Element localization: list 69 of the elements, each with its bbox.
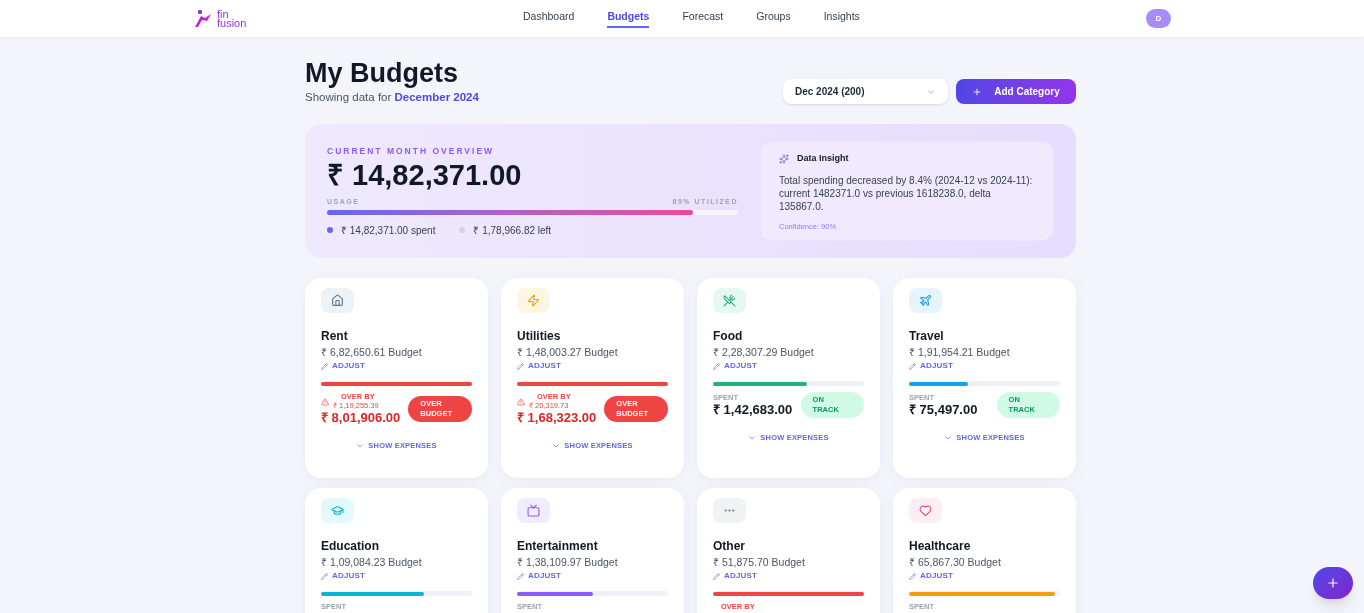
spent-amount: ₹ 75,497.00 — [909, 401, 979, 418]
plus-icon — [1326, 576, 1340, 590]
adjust-button[interactable]: ADJUST — [713, 360, 758, 373]
overview-eyebrow: CURRENT MONTH OVERVIEW — [327, 144, 496, 158]
pencil-icon — [713, 572, 720, 580]
page-title: My Budgets — [305, 57, 459, 89]
graduation-cap-icon — [321, 498, 354, 524]
adjust-button[interactable]: ADJUST — [713, 570, 758, 583]
adjust-button[interactable]: ADJUST — [909, 570, 954, 583]
pencil-icon — [713, 362, 720, 370]
category-name: Utilities — [517, 328, 562, 345]
spent-summary: ₹ 14,82,371.00 spent — [341, 223, 436, 238]
nav-link[interactable]: Forecast — [682, 8, 724, 29]
category-budget: ₹ 6,82,650.61 Budget — [321, 345, 423, 361]
adjust-button[interactable]: ADJUST — [321, 360, 366, 373]
category-name: Food — [713, 328, 744, 345]
warning-icon — [517, 398, 525, 407]
category-budget: ₹ 65,867.30 Budget — [909, 555, 1002, 571]
tv-icon — [517, 498, 550, 524]
pencil-icon — [517, 572, 524, 580]
nav-link[interactable]: Dashboard — [523, 8, 575, 29]
add-category-button[interactable]: Add Category — [956, 79, 1076, 104]
pencil-icon — [321, 572, 328, 580]
pencil-icon — [909, 572, 916, 580]
plane-icon — [909, 288, 942, 314]
house-icon — [321, 288, 354, 314]
adjust-button[interactable]: ADJUST — [517, 360, 562, 373]
category-budget: ₹ 1,09,084.23 Budget — [321, 555, 423, 571]
category-name: Entertainment — [517, 538, 599, 555]
logo-text: fin — [217, 9, 229, 19]
category-budget: ₹ 51,875.70 Budget — [713, 555, 806, 571]
logo-icon — [193, 8, 213, 29]
spent-amount: ₹ 8,01,906.00 — [321, 410, 402, 427]
utensils-icon — [713, 288, 746, 314]
adjust-button[interactable]: ADJUST — [909, 360, 954, 373]
category-name: Education — [321, 538, 380, 555]
lightning-icon — [517, 288, 550, 314]
more-icon — [713, 498, 746, 524]
category-name: Travel — [909, 328, 945, 345]
category-budget: ₹ 2,28,307.29 Budget — [713, 345, 815, 361]
category-name: Rent — [321, 328, 349, 345]
logo-text: fusion — [217, 18, 247, 28]
month-select[interactable]: Dec 2024 (200) — [783, 79, 948, 104]
sparkle-icon — [779, 154, 789, 164]
total-amount: ₹ 14,82,371.00 — [327, 158, 523, 194]
category-budget: ₹ 1,48,003.27 Budget — [517, 345, 619, 361]
adjust-button[interactable]: ADJUST — [321, 570, 366, 583]
insight-text: Total spending decreased by 8.4% (2024-12 vs 2024-11): current 1482371.0 vs previous 1618238.0, delta 135867.0. — [779, 173, 1034, 213]
floating-add-button[interactable] — [1313, 567, 1353, 599]
nav-link[interactable]: Insights — [823, 8, 860, 29]
insight-title: Data Insight — [797, 152, 849, 166]
heart-icon — [909, 498, 942, 524]
pencil-icon — [909, 362, 916, 370]
nav-link[interactable]: Groups — [756, 8, 791, 29]
plus-icon — [972, 86, 983, 97]
adjust-button[interactable]: ADJUST — [517, 570, 562, 583]
nav-link[interactable]: Budgets — [607, 8, 650, 29]
warning-icon — [321, 398, 329, 407]
category-name: Other — [713, 538, 746, 555]
category-name: Healthcare — [909, 538, 972, 555]
spent-amount: ₹ 1,68,323.00 — [517, 410, 598, 427]
left-summary: ₹ 1,78,966.82 left — [473, 223, 552, 238]
spent-amount: ₹ 1,42,683.00 — [713, 401, 794, 418]
pencil-icon — [517, 362, 524, 370]
category-budget: ₹ 1,91,954.21 Budget — [909, 345, 1011, 361]
pencil-icon — [321, 362, 328, 370]
category-budget: ₹ 1,38,109.97 Budget — [517, 555, 619, 571]
user-avatar[interactable]: D — [1146, 9, 1171, 28]
page-subtitle: Showing data for December 2024 — [305, 90, 479, 105]
